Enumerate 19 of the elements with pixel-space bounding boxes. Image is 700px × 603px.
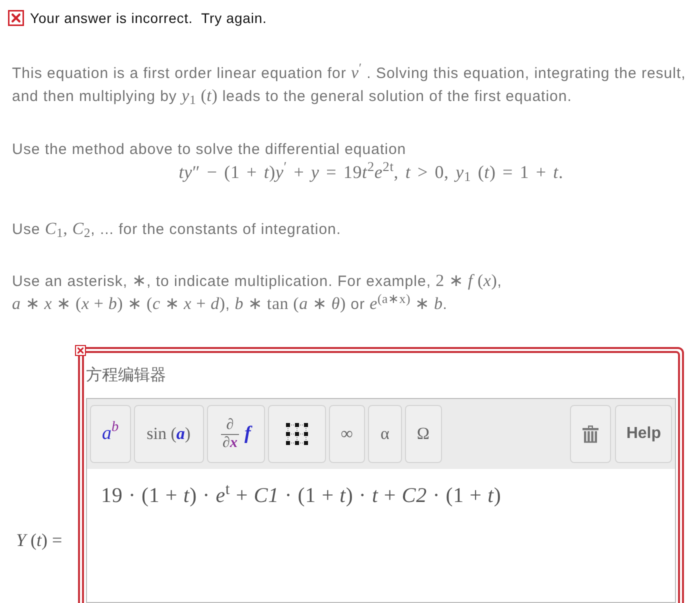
grid-icon	[286, 423, 308, 445]
instruction-text: Use the method above to solve the differential equation	[12, 140, 408, 160]
differential-equation: ty″ − (1 + t)y$^{′}$ + y = 19t$^{2}$e$^{2t}$, t > 0, y$_{1}$ (t) = 1 + t.	[178, 161, 564, 183]
help-button[interactable]: Help	[615, 405, 672, 463]
exponent-button[interactable]: a$^{b}$	[90, 405, 131, 463]
derivative-button[interactable]: ∂ ∂x f	[206, 405, 265, 463]
answer-label: Y (t) =	[16, 530, 62, 550]
symbol-button[interactable]: ∞	[328, 405, 365, 463]
editor-title: 方程编辑器	[86, 366, 166, 386]
instruction-text: This equation is a first order linear equation for v$^{′}$ . Solving this equation, integrating the result, and then multiplying by y$_{1}$ (t) leads to the general solution of the first equation.	[12, 62, 687, 108]
instruction-text: Use C$_{1}$, C$_{2}$, ... for the constants of integration.	[12, 218, 342, 241]
symbol-button[interactable]: Ω	[404, 405, 442, 463]
delete-button[interactable]	[570, 405, 612, 463]
symbol-button[interactable]: α	[368, 405, 402, 463]
function-button[interactable]: sin (a)	[134, 405, 204, 463]
feedback-message: Your answer is incorrect. Try again.	[30, 10, 267, 26]
instruction-text: Use an asterisk, ∗, to indicate multiplication. For example, 2 ∗ f (x), a ∗ x ∗ (x + b) ∗ (c ∗ x + d), b ∗ tan (a ∗ θ) or e$^{(a∗x)}$ ∗ b.	[12, 270, 503, 315]
matrix-button[interactable]	[268, 405, 326, 463]
trash-icon	[582, 425, 600, 443]
